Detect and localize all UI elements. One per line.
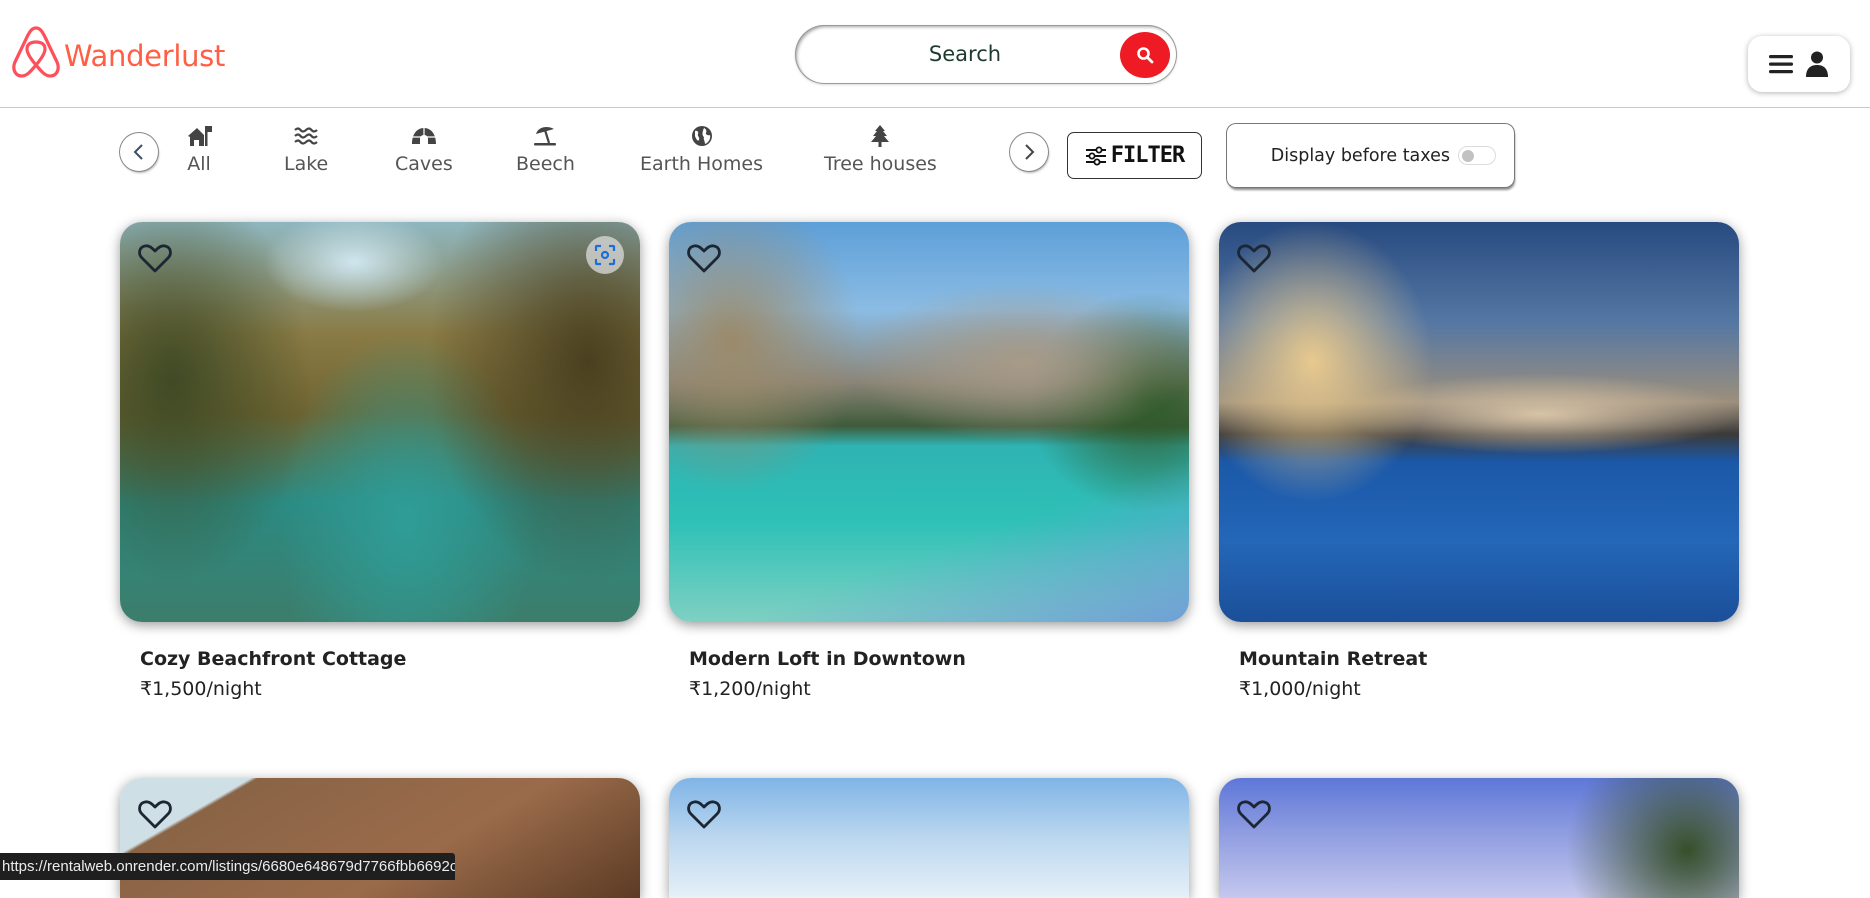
visual-search-icon [594, 244, 616, 266]
listing-image[interactable] [120, 778, 640, 898]
navbar: Wanderlust [0, 0, 1870, 108]
category-label: Lake [284, 153, 329, 175]
heart-icon[interactable] [138, 798, 172, 830]
category-label: Caves [395, 153, 453, 175]
listing-price: ₹1,500/night [140, 678, 262, 700]
igloo-icon [411, 128, 436, 144]
listing-image[interactable] [669, 778, 1189, 898]
home-flag-icon [188, 126, 212, 146]
listing-image[interactable] [1219, 222, 1739, 622]
category-lake[interactable]: Lake [284, 124, 328, 175]
listing-title: Cozy Beachfront Cottage [140, 648, 407, 670]
listing-card[interactable] [120, 778, 640, 898]
sliders-icon [1085, 146, 1106, 165]
brand-logo-link[interactable]: Wanderlust [10, 24, 225, 80]
heart-icon[interactable] [687, 242, 721, 274]
user-menu-button[interactable] [1748, 36, 1850, 92]
listing-card[interactable]: Mountain Retreat ₹1,000/night [1219, 222, 1739, 700]
listing-card[interactable]: Modern Loft in Downtown ₹1,200/night [669, 222, 1189, 700]
category-label: Earth Homes [640, 153, 763, 175]
brand-name: Wanderlust [64, 39, 226, 73]
listing-image[interactable] [1219, 778, 1739, 898]
listing-price: ₹1,200/night [689, 678, 811, 700]
airbnb-logo-icon [12, 26, 60, 78]
category-label: Beech [516, 153, 575, 175]
listing-image[interactable] [120, 222, 640, 622]
filter-button[interactable]: FILTER [1067, 132, 1202, 179]
categories-prev-button[interactable] [120, 133, 158, 171]
search-icon [1137, 47, 1154, 64]
category-label: All [187, 153, 211, 175]
chevron-right-icon [1025, 144, 1035, 160]
category-label: Tree houses [824, 153, 937, 175]
heart-icon[interactable] [1237, 798, 1271, 830]
umbrella-beach-icon [534, 126, 557, 146]
heart-icon[interactable] [687, 798, 721, 830]
category-caves[interactable]: Caves [395, 124, 453, 175]
listing-card[interactable] [1219, 778, 1739, 898]
tree-icon [871, 125, 890, 147]
category-tree-houses[interactable]: Tree houses [824, 124, 937, 175]
listing-card[interactable]: Cozy Beachfront Cottage ₹1,500/night [120, 222, 640, 700]
tax-toggle-label: Display before taxes [1270, 145, 1450, 166]
heart-icon[interactable] [1237, 242, 1271, 274]
search-input[interactable] [825, 35, 1105, 73]
filter-label: FILTER [1110, 143, 1185, 168]
tax-toggle-switch[interactable] [1458, 146, 1496, 165]
listing-title: Mountain Retreat [1239, 648, 1428, 670]
categories-next-button[interactable] [1010, 133, 1048, 171]
tax-toggle-container: Display before taxes [1227, 124, 1514, 187]
switch-knob [1462, 150, 1474, 162]
listing-card[interactable] [669, 778, 1189, 898]
listing-title: Modern Loft in Downtown [689, 648, 966, 670]
search-button[interactable] [1120, 32, 1170, 78]
globe-icon [691, 126, 712, 146]
listing-image[interactable] [669, 222, 1189, 622]
user-icon [1806, 51, 1828, 77]
listing-price: ₹1,000/night [1239, 678, 1361, 700]
heart-icon[interactable] [138, 242, 172, 274]
category-beech[interactable]: Beech [516, 124, 575, 175]
category-earth-homes[interactable]: Earth Homes [640, 124, 763, 175]
water-waves-icon [294, 127, 318, 145]
browser-status-bar-url: https://rentalweb.onrender.com/listings/… [0, 853, 455, 880]
visual-search-button[interactable] [586, 236, 624, 274]
chevron-left-icon [133, 144, 143, 160]
hamburger-menu-icon [1769, 55, 1793, 74]
category-all[interactable]: All [186, 124, 212, 175]
